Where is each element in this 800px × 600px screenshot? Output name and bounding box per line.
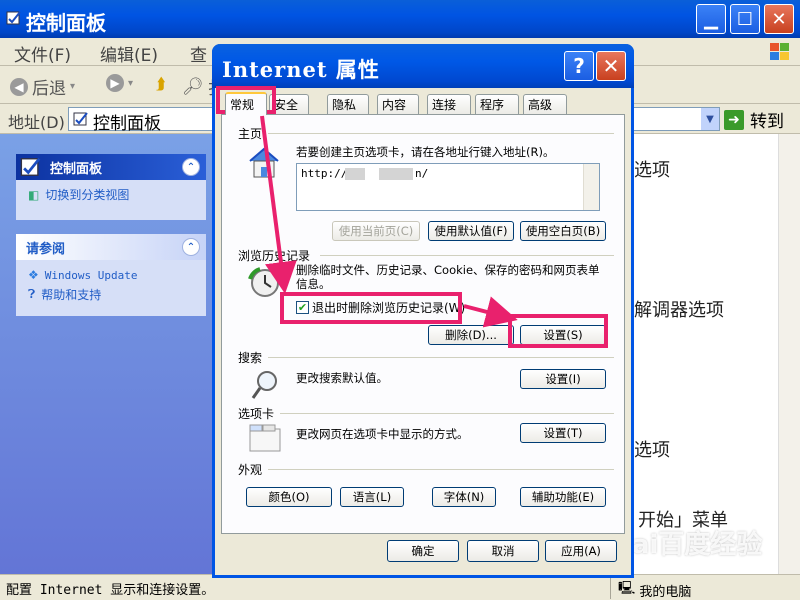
history-icon bbox=[248, 267, 279, 297]
tab-programs[interactable]: 程序 bbox=[475, 94, 519, 114]
section-divider bbox=[268, 133, 614, 134]
my-computer-icon: 🖳 bbox=[618, 581, 636, 596]
browsing-history-label: 浏览历史记录 bbox=[238, 249, 311, 263]
windows-update-link[interactable]: ❖ Windows Update bbox=[16, 260, 206, 284]
collapse-chevron-icon[interactable]: ⌃ bbox=[182, 158, 200, 176]
redacted-url-part bbox=[379, 168, 413, 180]
tab-connections[interactable]: 连接 bbox=[427, 94, 471, 114]
tabs-label: 选项卡 bbox=[238, 407, 275, 421]
ok-button[interactable]: 确定 bbox=[387, 540, 459, 562]
use-blank-button[interactable]: 使用空白页(B) bbox=[520, 221, 606, 241]
up-folder-button[interactable]: ⮭ bbox=[156, 74, 165, 94]
list-item[interactable]: 选项 bbox=[634, 156, 670, 182]
section-header[interactable]: 请参阅 ⌃ bbox=[16, 234, 206, 260]
highlight-settings-button bbox=[508, 314, 608, 348]
dialog-close-button[interactable]: ✕ bbox=[596, 51, 626, 81]
colors-button[interactable]: 颜色(O) bbox=[246, 487, 332, 507]
section-divider bbox=[268, 469, 614, 470]
dialog-titlebar: Internet 属性 ? ✕ bbox=[212, 44, 634, 88]
control-panel-icon bbox=[20, 157, 41, 176]
url-scrollbar[interactable] bbox=[583, 164, 599, 210]
minimize-button[interactable]: ▁ bbox=[696, 4, 726, 34]
up-folder-icon: ⮭ bbox=[156, 74, 166, 93]
back-button[interactable]: ◀ 后退 ▾ bbox=[10, 74, 75, 99]
go-arrow-icon: ➜ bbox=[724, 109, 744, 130]
apply-button[interactable]: 应用(A) bbox=[545, 540, 617, 562]
address-dropdown-button[interactable]: ▼ bbox=[701, 108, 719, 130]
home-url-prefix: http:// bbox=[301, 167, 348, 180]
status-divider bbox=[610, 577, 611, 599]
use-default-button[interactable]: 使用默认值(F) bbox=[428, 221, 514, 241]
window-title: 控制面板 bbox=[26, 11, 106, 35]
control-panel-section: 控制面板 ⌃ ◧ 切换到分类视图 bbox=[16, 154, 206, 220]
magnifier-icon bbox=[251, 371, 277, 399]
search-settings-button[interactable]: 设置(I) bbox=[520, 369, 606, 389]
home-page-desc: 若要创建主页选项卡，请在各地址行键入地址(R)。 bbox=[296, 145, 555, 159]
tab-advanced[interactable]: 高级 bbox=[523, 94, 567, 114]
help-support-link[interactable]: ❓︎ 帮助和支持 bbox=[16, 284, 206, 309]
list-item[interactable]: 解调器选项 bbox=[634, 296, 724, 322]
collapse-chevron-icon[interactable]: ⌃ bbox=[182, 238, 200, 256]
use-current-button[interactable]: 使用当前页(C) bbox=[332, 221, 420, 241]
address-label: 地址(D) bbox=[8, 113, 65, 132]
section-divider bbox=[320, 255, 614, 256]
vertical-scrollbar[interactable] bbox=[778, 134, 800, 574]
highlight-delete-on-exit bbox=[280, 292, 462, 324]
close-button[interactable]: ✕ bbox=[764, 4, 794, 34]
forward-arrow-icon: ▶ bbox=[106, 74, 124, 92]
tab-general[interactable]: 常规 bbox=[225, 92, 267, 115]
switch-view-icon: ◧ bbox=[28, 187, 40, 202]
home-page-label: 主页 bbox=[238, 127, 263, 141]
fonts-button[interactable]: 字体(N) bbox=[432, 487, 496, 507]
help-button[interactable]: ? bbox=[564, 51, 594, 81]
tab-privacy[interactable]: 隐私 bbox=[327, 94, 369, 114]
list-item[interactable]: 选项 bbox=[634, 436, 670, 462]
go-button[interactable]: ➜ 转到 bbox=[724, 107, 784, 132]
menu-edit[interactable]: 编辑(E) bbox=[100, 41, 158, 66]
history-desc: 删除临时文件、历史记录、Cookie、保存的密码和网页表单信息。 bbox=[296, 263, 600, 291]
home-icon bbox=[249, 147, 279, 178]
section-header[interactable]: 控制面板 ⌃ bbox=[16, 154, 206, 180]
baidu-watermark: Bai百度经验 bbox=[612, 530, 763, 560]
switch-category-view-link[interactable]: ◧ 切换到分类视图 bbox=[16, 180, 206, 209]
accessibility-button[interactable]: 辅助功能(E) bbox=[520, 487, 606, 507]
task-pane: 控制面板 ⌃ ◧ 切换到分类视图 请参阅 ⌃ ❖ Windows Update … bbox=[0, 134, 218, 574]
languages-button[interactable]: 语言(L) bbox=[340, 487, 404, 507]
tab-content[interactable]: 内容 bbox=[377, 94, 419, 114]
tabs-desc: 更改网页在选项卡中显示的方式。 bbox=[296, 427, 469, 441]
help-icon: ❓︎ bbox=[28, 287, 36, 301]
search-desc: 更改搜索默认值。 bbox=[296, 371, 388, 385]
tabs-settings-button[interactable]: 设置(T) bbox=[520, 423, 606, 443]
redacted-url-part bbox=[345, 168, 365, 180]
control-panel-titlebar: 控制面板 ▁ ☐ ✕ bbox=[0, 0, 800, 38]
cancel-button[interactable]: 取消 bbox=[467, 540, 539, 562]
address-value: 控制面板 bbox=[93, 114, 161, 134]
forward-button[interactable]: ▶ ▾ bbox=[106, 74, 133, 92]
see-also-section: 请参阅 ⌃ ❖ Windows Update ❓︎ 帮助和支持 bbox=[16, 234, 206, 316]
control-panel-icon bbox=[6, 11, 21, 25]
search-label: 搜索 bbox=[238, 351, 263, 365]
chevron-down-icon: ▾ bbox=[70, 81, 76, 92]
home-page-input[interactable]: http:// n/ bbox=[296, 163, 600, 211]
chevron-down-icon: ▾ bbox=[128, 77, 134, 89]
menu-file[interactable]: 文件(F) bbox=[14, 41, 71, 66]
status-text: 配置 Internet 显示和连接设置。 bbox=[6, 583, 215, 598]
maximize-button[interactable]: ☐ bbox=[730, 4, 760, 34]
section-divider bbox=[280, 413, 614, 414]
status-zone: 🖳 我的电脑 bbox=[618, 581, 692, 600]
appearance-label: 外观 bbox=[238, 463, 263, 477]
back-arrow-icon: ◀ bbox=[10, 77, 28, 96]
windows-update-icon: ❖ bbox=[28, 268, 39, 282]
menu-view[interactable]: 查 bbox=[190, 41, 207, 66]
dialog-title: Internet 属性 bbox=[222, 57, 380, 82]
tabs-icon bbox=[249, 424, 281, 452]
search-icon: 🔎︎ bbox=[182, 76, 204, 97]
control-panel-icon bbox=[73, 112, 88, 126]
windows-logo-icon bbox=[770, 43, 789, 60]
home-url-suffix: n/ bbox=[415, 167, 429, 180]
section-divider bbox=[268, 357, 614, 358]
delete-history-button[interactable]: 删除(D)... bbox=[428, 325, 514, 345]
